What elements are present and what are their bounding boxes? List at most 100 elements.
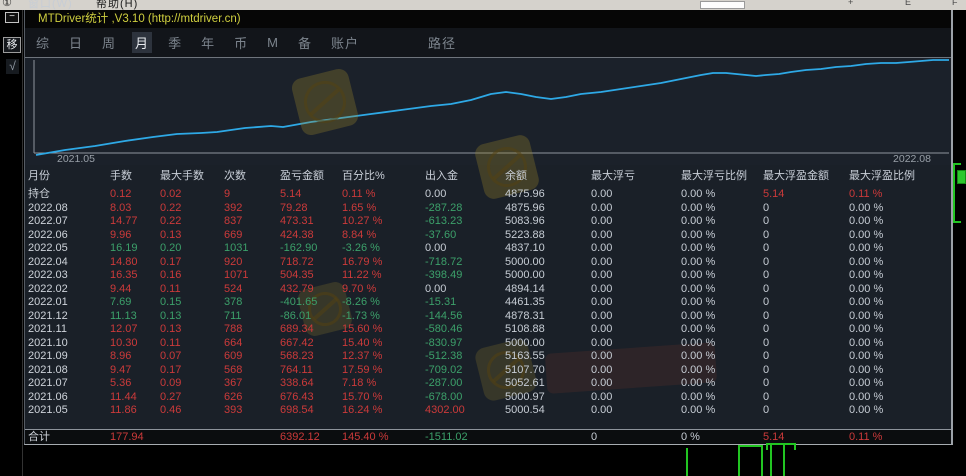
value-cell: 0.00 %	[681, 323, 763, 337]
value-cell: 5083.96	[505, 215, 591, 229]
value-cell: 0.00	[591, 202, 681, 216]
value-cell: 0.00 %	[681, 364, 763, 378]
window-title: MTDriver统计 ,V3.10 (http://mtdriver.cn)	[38, 13, 241, 25]
table-row-2021.09[interactable]: 2021.098.960.07609568.2312.37 %-512.3851…	[25, 350, 951, 364]
menu-item-help[interactable]: 帮助(H)	[96, 0, 138, 10]
toolbar-fragment-e: E	[905, 0, 911, 7]
tab-账户[interactable]: 账户	[328, 32, 362, 53]
value-cell: 0.00 %	[681, 215, 763, 229]
minimize-button[interactable]: −	[5, 12, 19, 23]
value-cell: 0.00 %	[681, 202, 763, 216]
value-cell: 0.00	[591, 269, 681, 283]
table-row-2022.01[interactable]: 2022.017.690.15378-401.65-8.26 %-15.3144…	[25, 296, 951, 310]
annotation-line	[686, 448, 688, 476]
value-cell: 7.18 %	[342, 377, 425, 391]
value-cell: 0	[763, 404, 849, 418]
month-cell: 持仓	[25, 188, 110, 202]
value-cell: 0.00 %	[849, 404, 951, 418]
value-cell: 0.11	[160, 283, 224, 297]
table-row-2021.12[interactable]: 2021.1211.130.13711-86.01-1.73 %-144.564…	[25, 310, 951, 324]
month-cell: 2021.10	[25, 337, 110, 351]
table-row-2021.10[interactable]: 2021.1010.300.11664667.4215.40 %-830.975…	[25, 337, 951, 351]
menu-bar: ① 窗口(W) 帮助(H) + E F	[0, 0, 966, 10]
tab-M[interactable]: M	[264, 34, 282, 51]
value-cell: 15.40 %	[342, 337, 425, 351]
table-row-2022.06[interactable]: 2022.069.960.13669424.388.84 %-37.605223…	[25, 229, 951, 243]
value-cell: 568.23	[280, 350, 342, 364]
check-button[interactable]: √	[6, 59, 19, 74]
value-cell: 145.40 %	[342, 430, 425, 444]
table-row-持仓[interactable]: 持仓0.120.0295.140.11 %0.004875.960.000.00…	[25, 188, 951, 202]
value-cell: 0	[763, 215, 849, 229]
table-row-2022.02[interactable]: 2022.029.440.11524432.799.70 %0.004894.1…	[25, 283, 951, 297]
table-row-2022.08[interactable]: 2022.088.030.2239279.281.65 %-287.284875…	[25, 202, 951, 216]
table-row-2022.03[interactable]: 2022.0316.350.161071504.3511.22 %-398.49…	[25, 269, 951, 283]
tab-季[interactable]: 季	[165, 32, 185, 53]
table-row-2021.08[interactable]: 2021.089.470.17568764.1117.59 %-709.0251…	[25, 364, 951, 378]
value-cell	[224, 430, 280, 444]
value-cell: 0.00	[591, 256, 681, 270]
value-cell: 0.11 %	[342, 188, 425, 202]
value-cell: 0.00 %	[849, 310, 951, 324]
value-cell: 689.34	[280, 323, 342, 337]
table-row-2021.11[interactable]: 2021.1112.070.13788689.3415.60 %-580.465…	[25, 323, 951, 337]
value-cell: 9	[224, 188, 280, 202]
tab-日[interactable]: 日	[66, 32, 86, 53]
tab-路径[interactable]: 路径	[425, 32, 459, 53]
tab-bar: 综日周月季年币M备账户 路径	[25, 28, 951, 57]
month-cell: 2022.06	[25, 229, 110, 243]
value-cell: 0.22	[160, 202, 224, 216]
value-cell: 0.00 %	[849, 242, 951, 256]
month-cell: 2021.08	[25, 364, 110, 378]
value-cell: 0.17	[160, 364, 224, 378]
tab-周[interactable]: 周	[99, 32, 119, 53]
value-cell: 0.00 %	[849, 391, 951, 405]
value-cell: -287.00	[425, 377, 505, 391]
value-cell: -709.02	[425, 364, 505, 378]
value-cell: 698.54	[280, 404, 342, 418]
menu-item-window[interactable]: 窗口(W)	[28, 0, 73, 10]
value-cell: 378	[224, 296, 280, 310]
tab-月[interactable]: 月	[132, 32, 152, 53]
value-cell: 0.00	[591, 364, 681, 378]
value-cell: 5.14	[763, 188, 849, 202]
value-cell: 6392.12	[280, 430, 342, 444]
equity-chart[interactable]: 2021.05 2022.08	[25, 57, 951, 165]
value-cell: 392	[224, 202, 280, 216]
value-cell: 0.46	[160, 404, 224, 418]
value-cell: 0.00 %	[681, 296, 763, 310]
value-cell: 79.28	[280, 202, 342, 216]
tab-年[interactable]: 年	[198, 32, 218, 53]
value-cell: 367	[224, 377, 280, 391]
tab-备[interactable]: 备	[295, 32, 315, 53]
tab-币[interactable]: 币	[231, 32, 251, 53]
value-cell: 0.00 %	[681, 404, 763, 418]
value-cell: 5000.54	[505, 404, 591, 418]
window-title-bar[interactable]: MTDriver统计 ,V3.10 (http://mtdriver.cn)	[25, 10, 951, 28]
month-cell: 合计	[25, 430, 110, 444]
tab-综[interactable]: 综	[33, 32, 53, 53]
value-cell: 5223.88	[505, 229, 591, 243]
value-cell: 0.00 %	[681, 188, 763, 202]
table-row-2022.05[interactable]: 2022.0516.190.201031-162.90-3.26 %0.0048…	[25, 242, 951, 256]
column-header: 次数	[224, 168, 280, 185]
value-cell: 0	[763, 377, 849, 391]
table-row-2021.06[interactable]: 2021.0611.440.27626676.4315.70 %-678.005…	[25, 391, 951, 405]
value-cell: 0.00	[591, 323, 681, 337]
value-cell: 7.69	[110, 296, 160, 310]
value-cell: 568	[224, 364, 280, 378]
value-cell: 788	[224, 323, 280, 337]
value-cell: 0.00 %	[849, 364, 951, 378]
move-button[interactable]: 移	[3, 37, 21, 53]
value-cell: -37.60	[425, 229, 505, 243]
value-cell: 0.00 %	[849, 377, 951, 391]
value-cell: 0.22	[160, 215, 224, 229]
table-row-2021.05[interactable]: 2021.0511.860.46393698.5416.24 %4302.005…	[25, 404, 951, 418]
value-cell: 0.00 %	[681, 283, 763, 297]
table-row-2022.07[interactable]: 2022.0714.770.22837473.3110.27 %-613.235…	[25, 215, 951, 229]
table-row-2022.04[interactable]: 2022.0414.800.17920718.7216.79 %-718.725…	[25, 256, 951, 270]
value-cell: 0.00	[425, 283, 505, 297]
value-cell: 0 %	[681, 430, 763, 444]
table-row-2021.07[interactable]: 2021.075.360.09367338.647.18 %-287.00505…	[25, 377, 951, 391]
value-cell: 0	[763, 310, 849, 324]
